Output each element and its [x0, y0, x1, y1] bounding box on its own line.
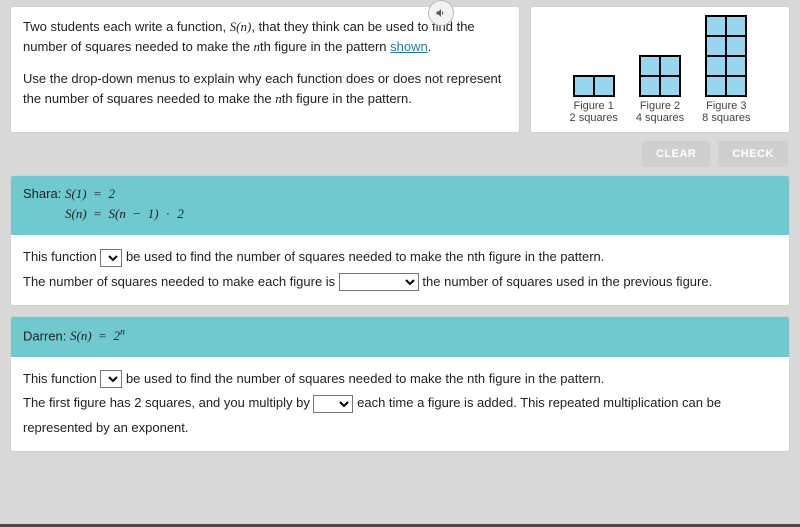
figure-3-label: Figure 3 [706, 100, 746, 112]
darren-dropdown-2[interactable] [313, 395, 353, 413]
figure-1-visual [574, 76, 614, 96]
darren-name: Darren: [23, 328, 66, 343]
shara-sentence-1: This function be used to find the number… [23, 245, 777, 270]
figure-1-count: 2 squares [570, 112, 618, 124]
figure-2-count: 4 squares [636, 112, 684, 124]
figure-2-visual [640, 56, 680, 96]
speaker-icon [435, 7, 447, 19]
shara-header: Shara: S(1) = 2 S(n) = S(n − 1) · 2 [11, 176, 789, 236]
darren-sentence-2: The first figure has 2 squares, and you … [23, 391, 777, 440]
audio-button[interactable] [428, 0, 454, 26]
clear-button[interactable]: CLEAR [642, 141, 710, 167]
figure-2-label: Figure 2 [640, 100, 680, 112]
figure-3-count: 8 squares [702, 112, 750, 124]
figure-3: Figure 38 squares [702, 16, 750, 124]
figure-3-visual [706, 16, 746, 96]
shara-section: Shara: S(1) = 2 S(n) = S(n − 1) · 2 This… [10, 175, 790, 306]
darren-header: Darren: S(n) = 2n [11, 317, 789, 357]
shara-name: Shara: [23, 186, 61, 201]
figure-2: Figure 24 squares [636, 56, 684, 124]
shown-link[interactable]: shown [390, 39, 428, 54]
check-button[interactable]: CHECK [718, 141, 788, 167]
shara-dropdown-2[interactable] [339, 273, 419, 291]
figure-1: Figure 12 squares [570, 76, 618, 124]
darren-section: Darren: S(n) = 2n This function be used … [10, 316, 790, 452]
figure-1-label: Figure 1 [574, 100, 614, 112]
shara-dropdown-1[interactable] [100, 249, 122, 267]
darren-dropdown-1[interactable] [100, 370, 122, 388]
shara-sentence-2: The number of squares needed to make eac… [23, 270, 777, 295]
darren-sentence-1: This function be used to find the number… [23, 367, 777, 392]
figures-card: Figure 12 squares Figure 24 squares Figu… [530, 6, 790, 133]
prompt-paragraph-2: Use the drop-down menus to explain why e… [23, 69, 507, 109]
